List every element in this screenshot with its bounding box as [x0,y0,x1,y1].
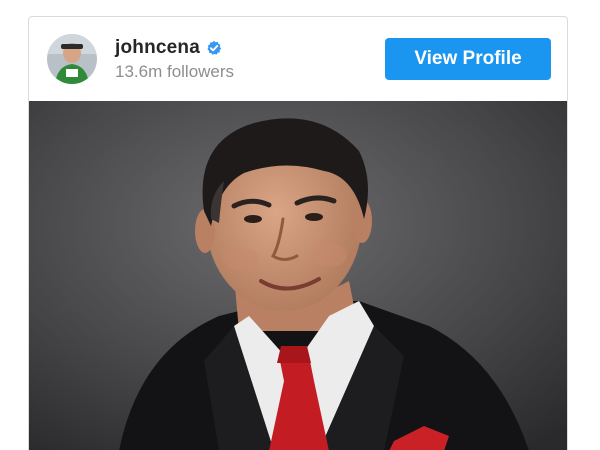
username-row: johncena [115,37,234,59]
portrait-photo-icon [29,101,567,450]
verified-badge-icon [206,40,222,56]
user-info: johncena 13.6m followers [115,37,234,82]
username[interactable]: johncena [115,37,200,59]
post-image[interactable] [29,101,567,450]
followers-count: 13.6m followers [115,61,235,81]
instagram-post-embed: johncena 13.6m followers View Profile [28,16,568,450]
post-header: johncena 13.6m followers View Profile [29,17,567,101]
view-profile-button[interactable]: View Profile [385,38,551,80]
profile-avatar[interactable] [47,34,97,84]
